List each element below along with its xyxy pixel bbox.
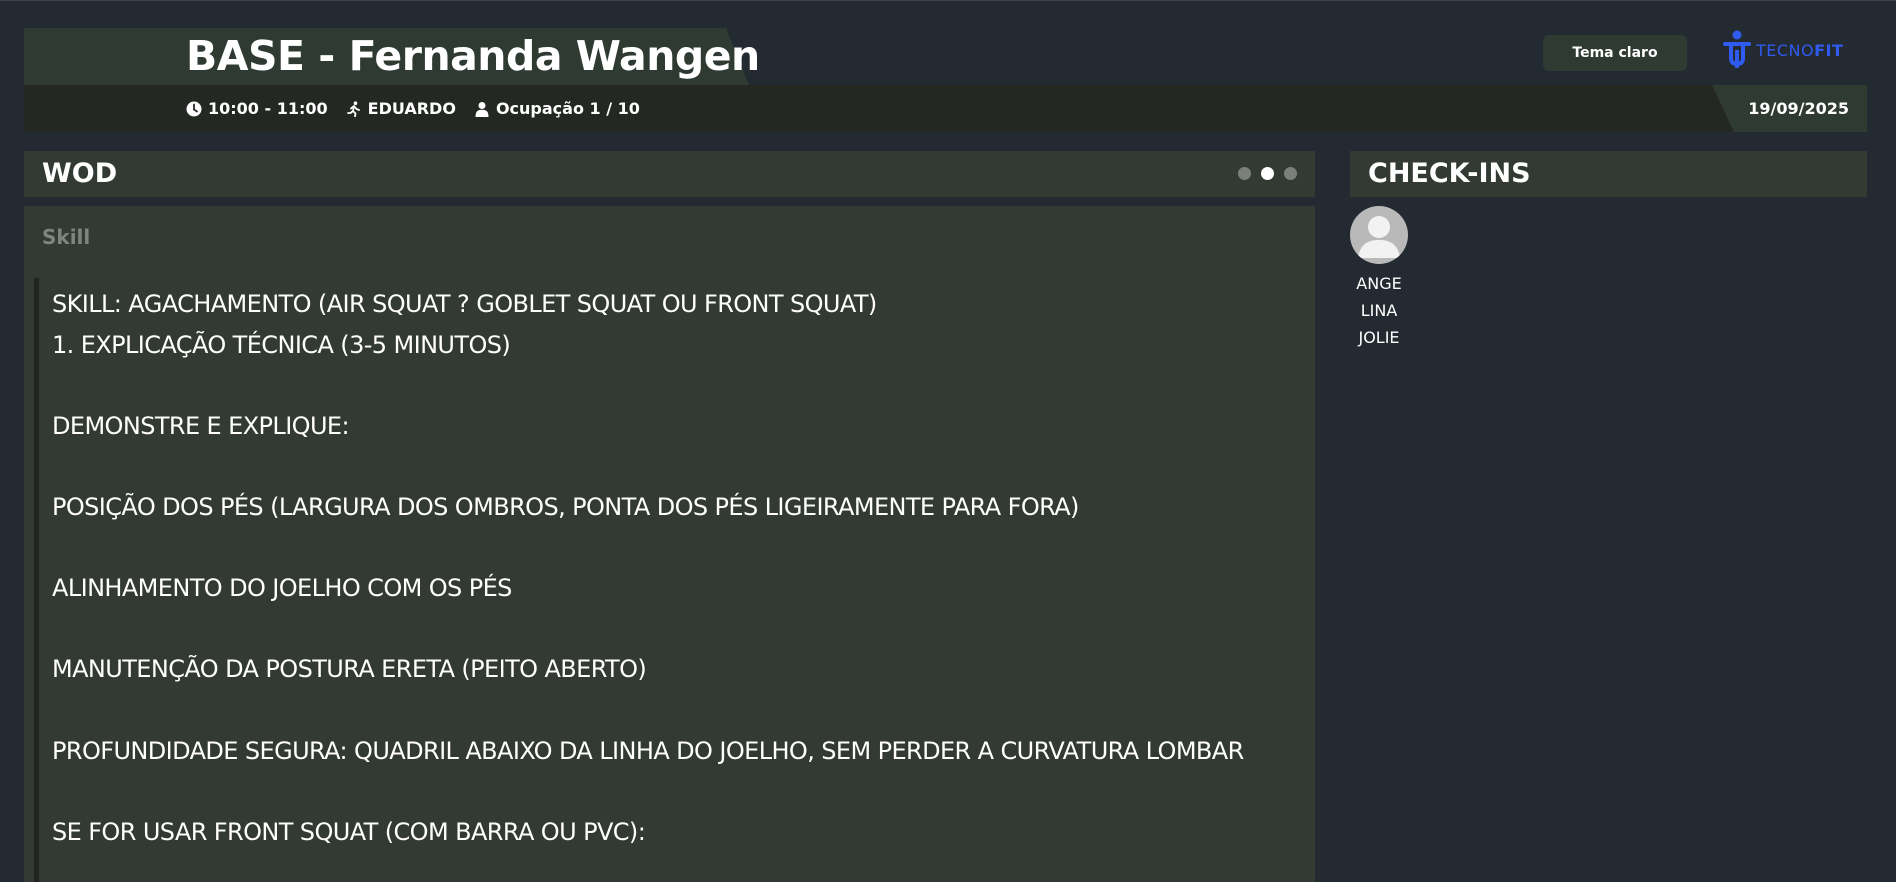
logo-text-part2: FIT <box>1814 40 1844 60</box>
wod-title: WOD <box>42 158 118 189</box>
app-frame: BASE - Fernanda Wangen 10:00 - 11:00 EDU… <box>0 0 1896 882</box>
logo-text-part1: TECNO <box>1756 40 1815 60</box>
default-avatar-icon <box>1358 216 1400 258</box>
carousel-dots <box>1238 167 1297 180</box>
avatar <box>1350 206 1408 264</box>
wod-line <box>52 446 1315 487</box>
wod-description: SKILL: AGACHAMENTO (AIR SQUAT ? GOBLET S… <box>34 278 1315 882</box>
person-name-line: JOLIE <box>1358 328 1400 347</box>
time-text: 10:00 - 11:00 <box>208 99 328 118</box>
wod-line <box>52 365 1315 406</box>
clock-icon <box>186 101 202 116</box>
wod-line <box>52 609 1315 650</box>
time-info: 10:00 - 11:00 <box>186 99 328 118</box>
occupancy-info: Ocupação 1 / 10 <box>474 99 640 118</box>
user-icon <box>475 101 489 117</box>
theme-toggle-button[interactable]: Tema claro <box>1543 35 1687 71</box>
wod-line: DEMONSTRE E EXPLIQUE: <box>52 411 350 440</box>
wod-header: WOD <box>24 151 1315 197</box>
running-person-icon <box>346 100 360 117</box>
wod-line: SE FOR USAR FRONT SQUAT (COM BARRA OU PV… <box>52 817 646 846</box>
class-date: 19/09/2025 <box>1748 99 1849 118</box>
wod-line <box>52 690 1315 731</box>
wod-line <box>52 771 1315 812</box>
coach-name: EDUARDO <box>367 99 456 118</box>
wod-line <box>52 528 1315 569</box>
wod-line: ALINHAMENTO DO JOELHO COM OS PÉS <box>52 574 512 603</box>
tecnofit-logo-icon <box>1723 30 1751 68</box>
wod-line: PROFUNDIDADE SEGURA: QUADRIL ABAIXO DA L… <box>52 736 1244 765</box>
wod-line: 1. EXPLICAÇÃO TÉCNICA (3-5 MINUTOS) <box>52 330 511 359</box>
person-name-line: ANGE <box>1356 274 1402 293</box>
class-info-bar: 10:00 - 11:00 EDUARDO Ocupação 1 / 10 19… <box>24 85 1867 132</box>
page-title: BASE - Fernanda Wangen <box>186 32 760 80</box>
carousel-dot-3[interactable] <box>1284 167 1297 180</box>
carousel-dot-1[interactable] <box>1238 167 1251 180</box>
class-header: BASE - Fernanda Wangen 10:00 - 11:00 EDU… <box>24 28 1867 132</box>
wod-line: SKILL: AGACHAMENTO (AIR SQUAT ? GOBLET S… <box>52 290 877 318</box>
section-label: Skill <box>42 225 91 249</box>
carousel-dot-2[interactable] <box>1261 167 1274 180</box>
wod-line: POSIÇÃO DOS PÉS (LARGURA DOS OMBROS, PON… <box>52 492 1079 521</box>
checkin-person[interactable]: ANGE LINA JOLIE <box>1350 206 1408 351</box>
checkins-header: CHECK-INS <box>1350 151 1867 197</box>
coach-info: EDUARDO <box>346 99 456 118</box>
tecnofit-logo: TECNOFIT <box>1722 28 1843 72</box>
occupancy-text: Ocupação 1 / 10 <box>495 99 640 118</box>
person-name-line: LINA <box>1360 301 1398 320</box>
wod-line: MANUTENÇÃO DA POSTURA ERETA (PEITO ABERT… <box>52 655 647 684</box>
wod-content: Skill SKILL: AGACHAMENTO (AIR SQUAT ? GO… <box>24 206 1315 882</box>
checkins-title: CHECK-INS <box>1368 158 1531 189</box>
person-name: ANGE LINA JOLIE <box>1350 270 1408 351</box>
logo-text: TECNOFIT <box>1756 41 1843 60</box>
class-meta: 10:00 - 11:00 EDUARDO Ocupação 1 / 10 <box>186 99 640 118</box>
